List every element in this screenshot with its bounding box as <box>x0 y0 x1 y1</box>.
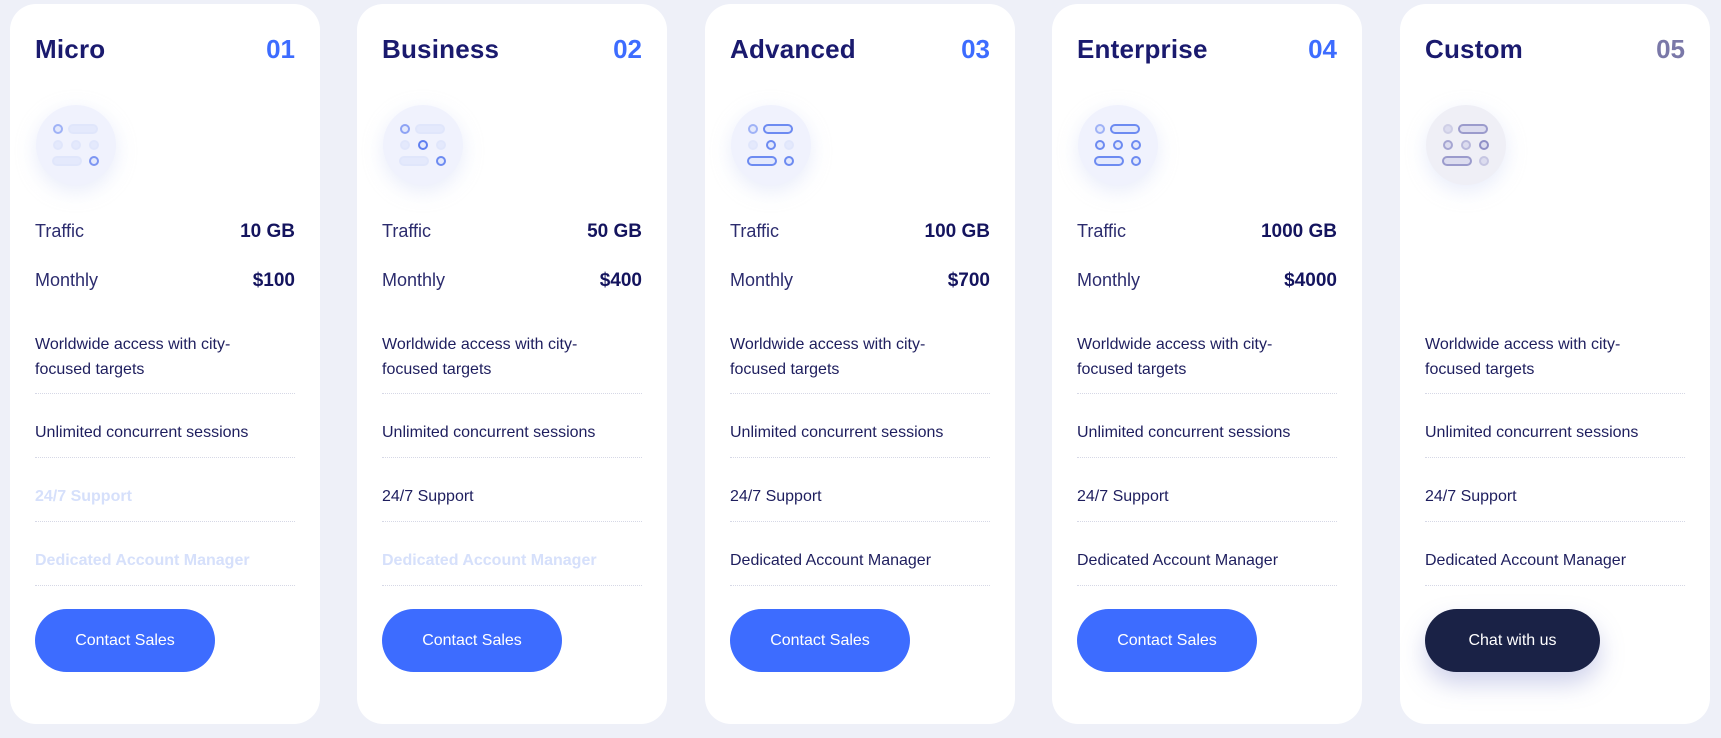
card-header: Enterprise 04 <box>1077 34 1337 70</box>
feature-support: 24/7 Support <box>382 488 474 505</box>
feature-worldwide-access: Worldwide access with city-focused targe… <box>35 336 231 378</box>
traffic-label: Traffic <box>382 221 432 241</box>
traffic-row: Traffic 100 GB <box>730 221 990 247</box>
plan-number: 01 <box>266 34 295 64</box>
plan-number: 03 <box>961 34 990 64</box>
traffic-row: Traffic 10 GB <box>35 221 295 247</box>
feature-worldwide-access: Worldwide access with city-focused targe… <box>730 336 926 378</box>
plan-number: 02 <box>613 34 642 64</box>
traffic-label: Traffic <box>1077 221 1127 241</box>
divider <box>35 585 295 586</box>
feature-worldwide-access: Worldwide access with city-focused targe… <box>382 336 578 378</box>
plan-level-icon <box>731 105 811 185</box>
traffic-value: 100 GB <box>924 221 990 242</box>
divider <box>1425 585 1685 586</box>
contact-sales-button[interactable]: Contact Sales <box>1077 609 1257 672</box>
divider <box>382 457 642 458</box>
feature-support-disabled: 24/7 Support <box>35 488 132 505</box>
feature-account-manager-disabled: Dedicated Account Manager <box>35 552 250 569</box>
divider <box>730 393 990 394</box>
monthly-row: Monthly $100 <box>35 270 295 296</box>
contact-sales-button[interactable]: Contact Sales <box>35 609 215 672</box>
card-header: Micro 01 <box>35 34 295 70</box>
divider <box>730 521 990 522</box>
divider <box>1077 585 1337 586</box>
plan-title: Micro <box>35 34 106 64</box>
plan-title: Enterprise <box>1077 34 1208 64</box>
traffic-row: Traffic 50 GB <box>382 221 642 247</box>
chat-with-us-button[interactable]: Chat with us <box>1425 609 1600 672</box>
monthly-price: $4000 <box>1284 270 1337 291</box>
monthly-label: Monthly <box>382 270 446 290</box>
plan-title: Business <box>382 34 500 64</box>
divider <box>382 393 642 394</box>
monthly-label: Monthly <box>730 270 794 290</box>
feature-unlimited-sessions: Unlimited concurrent sessions <box>1425 424 1639 441</box>
monthly-row: Monthly $4000 <box>1077 270 1337 296</box>
contact-sales-button[interactable]: Contact Sales <box>730 609 910 672</box>
feature-account-manager: Dedicated Account Manager <box>1077 552 1279 569</box>
monthly-price: $700 <box>947 270 990 291</box>
card-header: Business 02 <box>382 34 642 70</box>
feature-unlimited-sessions: Unlimited concurrent sessions <box>1077 424 1291 441</box>
traffic-row: Traffic 1000 GB <box>1077 221 1337 247</box>
feature-unlimited-sessions: Unlimited concurrent sessions <box>382 424 596 441</box>
divider <box>1425 457 1685 458</box>
feature-support: 24/7 Support <box>730 488 822 505</box>
divider <box>35 521 295 522</box>
feature-worldwide-access: Worldwide access with city-focused targe… <box>1425 336 1621 378</box>
monthly-label: Monthly <box>1077 270 1141 290</box>
divider <box>730 585 990 586</box>
plan-level-icon <box>383 105 463 185</box>
plan-title: Custom <box>1425 34 1523 64</box>
divider <box>1425 521 1685 522</box>
card-header: Custom 05 <box>1425 34 1685 70</box>
traffic-value: 50 GB <box>587 221 642 242</box>
divider <box>1077 393 1337 394</box>
feature-account-manager: Dedicated Account Manager <box>1425 552 1627 569</box>
feature-worldwide-access: Worldwide access with city-focused targe… <box>1077 336 1273 378</box>
monthly-label: Monthly <box>35 270 99 290</box>
feature-support: 24/7 Support <box>1425 488 1517 505</box>
feature-unlimited-sessions: Unlimited concurrent sessions <box>35 424 249 441</box>
contact-sales-button[interactable]: Contact Sales <box>382 609 562 672</box>
plan-level-icon <box>36 105 116 185</box>
monthly-row: Monthly $400 <box>382 270 642 296</box>
plan-card-micro: Micro 01 Traffic 10 GB Monthly $100 Worl… <box>10 4 320 724</box>
feature-support: 24/7 Support <box>1077 488 1169 505</box>
divider <box>35 457 295 458</box>
plan-card-business: Business 02 Traffic 50 GB Monthly $400 W… <box>357 4 667 724</box>
divider <box>1077 521 1337 522</box>
traffic-label: Traffic <box>730 221 780 241</box>
traffic-label: Traffic <box>35 221 85 241</box>
plan-level-icon <box>1078 105 1158 185</box>
divider <box>35 393 295 394</box>
plan-card-enterprise: Enterprise 04 Traffic 1000 GB Monthly $4… <box>1052 4 1362 724</box>
feature-account-manager-disabled: Dedicated Account Manager <box>382 552 597 569</box>
feature-account-manager: Dedicated Account Manager <box>730 552 932 569</box>
card-header: Advanced 03 <box>730 34 990 70</box>
monthly-row: Monthly $700 <box>730 270 990 296</box>
plan-level-icon <box>1426 105 1506 185</box>
plan-card-custom: Custom 05 Worldwide access with city-foc… <box>1400 4 1710 724</box>
plan-number: 04 <box>1308 34 1337 64</box>
feature-unlimited-sessions: Unlimited concurrent sessions <box>730 424 944 441</box>
monthly-price: $400 <box>599 270 642 291</box>
plan-number: 05 <box>1656 34 1685 64</box>
plan-card-advanced: Advanced 03 Traffic 100 GB Monthly $700 … <box>705 4 1015 724</box>
monthly-price: $100 <box>252 270 295 291</box>
plan-title: Advanced <box>730 34 856 64</box>
traffic-value: 10 GB <box>240 221 295 242</box>
divider <box>1077 457 1337 458</box>
divider <box>1425 393 1685 394</box>
divider <box>382 585 642 586</box>
traffic-value: 1000 GB <box>1260 221 1337 242</box>
divider <box>382 521 642 522</box>
divider <box>730 457 990 458</box>
